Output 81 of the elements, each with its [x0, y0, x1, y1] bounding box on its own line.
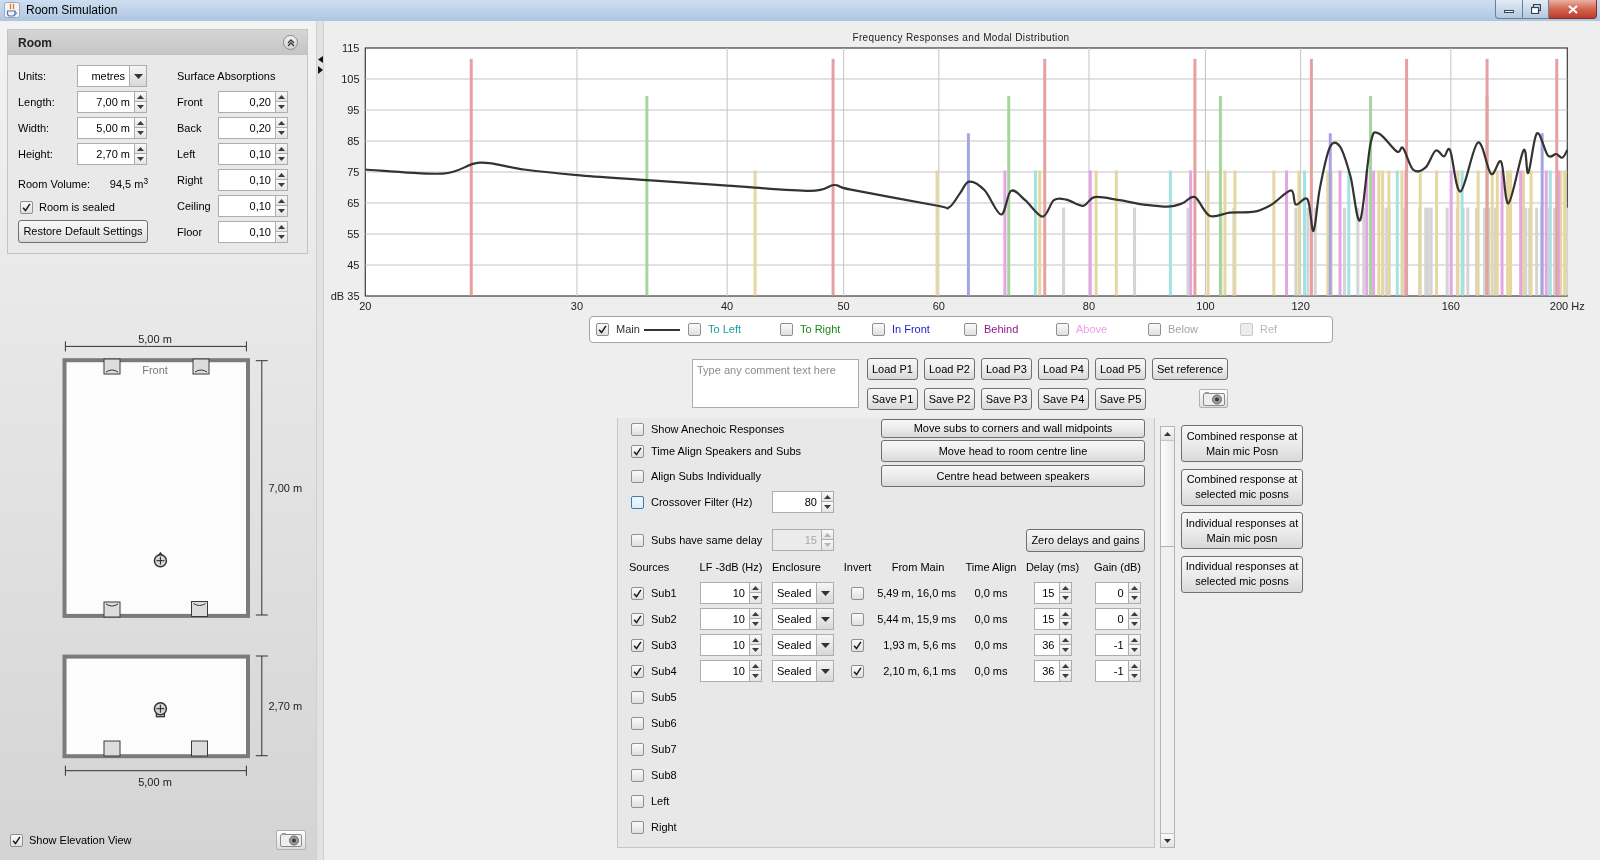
option-label: Show Anechoic Responses — [651, 421, 785, 437]
source-name: Sub1 — [651, 585, 677, 601]
column-header: Invert — [842, 559, 873, 575]
column-header: Sources — [628, 559, 671, 575]
volume-value: 94,5 m$^{3}$ — [109, 175, 148, 192]
section-title: Surface Absorptions — [177, 68, 276, 84]
axis-tick-label: 60 — [932, 300, 945, 312]
source-name: Sub3 — [651, 637, 677, 653]
chart-title: Frequency Responses and Modal Distribution — [852, 31, 1070, 43]
column-header: From Main — [890, 559, 946, 575]
legend-label: Main — [616, 322, 640, 338]
axis-tick-label: 55 — [347, 228, 360, 240]
table-cell-text: 2,10 m, 6,1 ms — [883, 663, 957, 679]
axis-tick-label: dB 35 — [330, 290, 360, 302]
dimension-label: 2,70 m — [268, 700, 303, 713]
checkbox-label: Room is sealed — [39, 199, 115, 215]
axis-tick-label: 105 — [341, 73, 360, 85]
source-name: Sub5 — [651, 689, 677, 705]
source-name: Right — [651, 819, 677, 835]
axis-tick-label: 45 — [347, 259, 360, 271]
axis-tick-label: 40 — [721, 300, 734, 312]
dimension-label: 5,00 m — [138, 333, 172, 345]
field-label: Height: — [18, 146, 54, 162]
column-header: Time Align — [964, 559, 1018, 575]
axis-tick-label: 100 — [1196, 300, 1215, 312]
option-label: Time Align Speakers and Subs — [651, 443, 801, 459]
source-name: Sub4 — [651, 663, 677, 679]
axis-tick-label: 30 — [570, 300, 584, 312]
table-cell-text: 0,0 ms — [974, 611, 1008, 627]
legend-label: In Front — [892, 322, 930, 338]
option-label: Align Subs Individually — [651, 468, 762, 484]
field-label: Front — [177, 94, 204, 110]
field-label: Room Volume: — [18, 176, 92, 192]
field-label: Units: — [18, 68, 48, 84]
table-cell-text: 0,0 ms — [974, 663, 1008, 679]
axis-tick-label: 20 — [359, 300, 372, 312]
axis-tick-label: 85 — [347, 135, 360, 147]
column-header: LF -3dB (Hz) — [698, 559, 764, 575]
column-header: Enclosure — [771, 559, 822, 575]
panel-title: Room — [18, 34, 52, 52]
dimension-label: 7,00 m — [268, 482, 303, 494]
axis-tick-label: 65 — [347, 197, 360, 209]
source-name: Sub7 — [651, 741, 677, 757]
table-cell-text: 0,0 ms — [974, 637, 1008, 653]
field-label: Left — [177, 146, 197, 162]
field-label: Length: — [18, 94, 56, 110]
source-name: Left — [651, 793, 670, 809]
dimension-label: 5,00 m — [138, 776, 172, 788]
axis-tick-label: 80 — [1082, 300, 1096, 312]
source-name: Sub6 — [651, 715, 677, 731]
axis-tick-label: 50 — [837, 300, 850, 312]
option-label: Crossover Filter (Hz) — [651, 494, 754, 510]
axis-tick-label: 120 — [1291, 300, 1310, 312]
legend-label: Ref — [1260, 322, 1278, 338]
legend-label: To Left — [708, 322, 742, 338]
field-label: Ceiling — [177, 198, 212, 214]
field-label: Width: — [18, 120, 51, 136]
table-cell-text: 0,0 ms — [974, 585, 1008, 601]
checkbox-label: Show Elevation View — [29, 832, 132, 848]
legend-label: Behind — [984, 322, 1019, 338]
table-cell-text: 5,49 m, 16,0 ms — [877, 585, 957, 601]
axis-tick-label: 95 — [347, 104, 360, 116]
legend-label: Below — [1168, 322, 1198, 338]
table-cell-text: 5,44 m, 15,9 ms — [877, 611, 957, 627]
column-header: Gain (dB) — [1092, 559, 1143, 575]
window-title: Room Simulation — [26, 3, 118, 18]
field-label: Back — [177, 120, 203, 136]
wall-label: Front — [142, 364, 168, 376]
legend-label: Above — [1076, 322, 1108, 338]
source-name: Sub8 — [651, 767, 677, 783]
table-cell-text: 1,93 m, 5,6 ms — [883, 637, 957, 653]
legend-label: To Right — [800, 322, 841, 338]
axis-tick-label: 115 — [341, 42, 360, 54]
option-label: Subs have same delay — [651, 532, 764, 548]
axis-tick-label: 75 — [347, 166, 360, 178]
field-label: Floor — [177, 224, 204, 240]
column-header: Delay (ms) — [1024, 559, 1081, 575]
axis-tick-label: 160 — [1441, 300, 1460, 312]
source-name: Sub2 — [651, 611, 677, 627]
axis-tick-label: 200 Hz — [1549, 300, 1585, 312]
field-label: Right — [177, 172, 204, 188]
